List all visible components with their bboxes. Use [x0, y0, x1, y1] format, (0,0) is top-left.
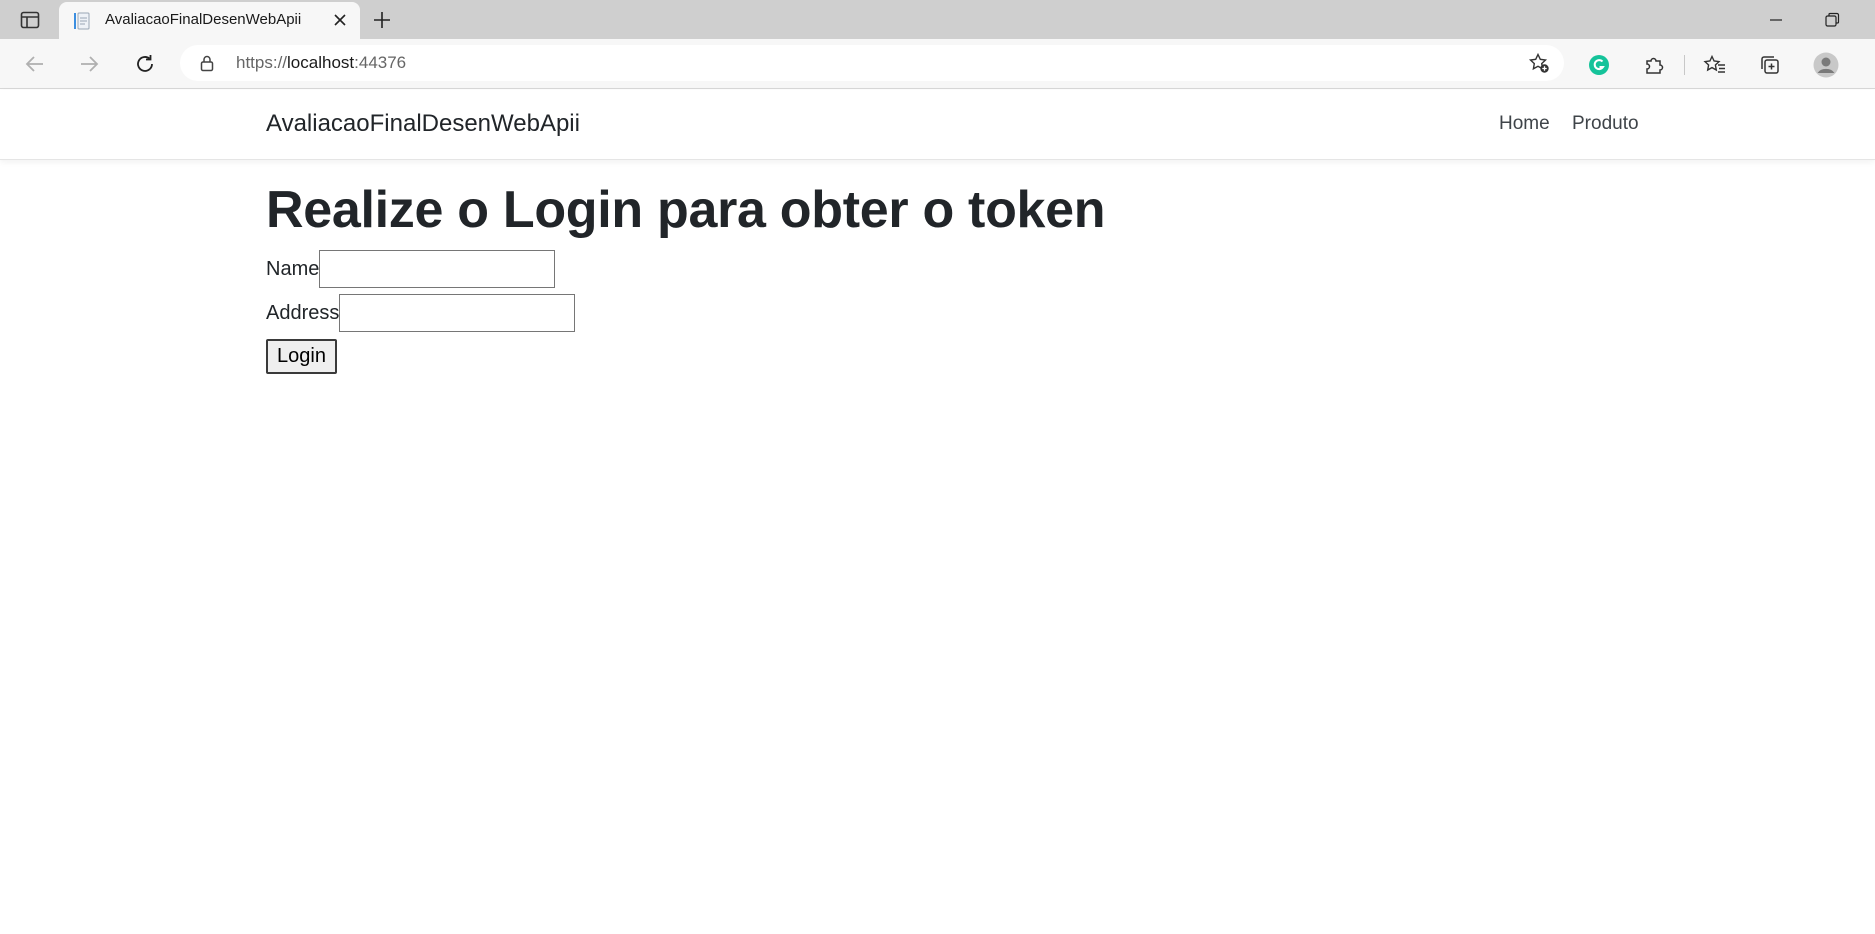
address-bar[interactable]: https://localhost:44376: [180, 45, 1564, 81]
login-button[interactable]: Login: [266, 339, 337, 374]
favorites-icon[interactable]: [1702, 52, 1728, 78]
profile-icon[interactable]: [1813, 52, 1839, 78]
address-label: Address: [266, 301, 340, 324]
close-icon[interactable]: [332, 12, 348, 28]
browser-tab[interactable]: AvaliacaoFinalDesenWebApii: [59, 2, 360, 39]
minimize-icon[interactable]: [1764, 8, 1788, 32]
reload-icon[interactable]: [131, 50, 159, 78]
toolbar-divider: [1684, 55, 1685, 75]
browser-tab-bar: AvaliacaoFinalDesenWebApii: [0, 0, 1875, 39]
forward-arrow-icon[interactable]: [75, 50, 103, 78]
favicon-icon: [73, 12, 91, 30]
add-favorite-icon[interactable]: [1528, 52, 1550, 74]
site-brand[interactable]: AvaliacaoFinalDesenWebApii: [266, 110, 580, 138]
address-row: Address: [266, 294, 576, 332]
plus-icon[interactable]: [370, 8, 394, 32]
url-text: https://localhost:44376: [236, 53, 406, 73]
url-scheme: https://: [236, 53, 288, 72]
nav-link-home[interactable]: Home: [1499, 113, 1550, 135]
name-label: Name: [266, 257, 320, 280]
back-arrow-icon[interactable]: [21, 50, 49, 78]
tab-title: AvaliacaoFinalDesenWebApii: [105, 11, 302, 28]
address-input[interactable]: [339, 294, 576, 332]
lock-icon[interactable]: [198, 54, 216, 72]
nav-link-produto[interactable]: Produto: [1572, 113, 1639, 135]
grammarly-icon[interactable]: [1586, 52, 1612, 78]
url-host: localhost: [287, 53, 355, 72]
name-input[interactable]: [319, 250, 556, 288]
site-navbar: AvaliacaoFinalDesenWebApii Home Produto: [0, 90, 1875, 160]
name-row: Name: [266, 250, 556, 288]
browser-toolbar: https://localhost:44376: [0, 39, 1875, 89]
puzzle-icon[interactable]: [1641, 52, 1667, 78]
restore-icon[interactable]: [1820, 8, 1844, 32]
page-title: Realize o Login para obter o token: [266, 181, 1106, 239]
url-port: :44376: [354, 53, 407, 72]
sidebar-toggle-icon[interactable]: [16, 8, 44, 32]
collections-icon[interactable]: [1757, 52, 1783, 78]
